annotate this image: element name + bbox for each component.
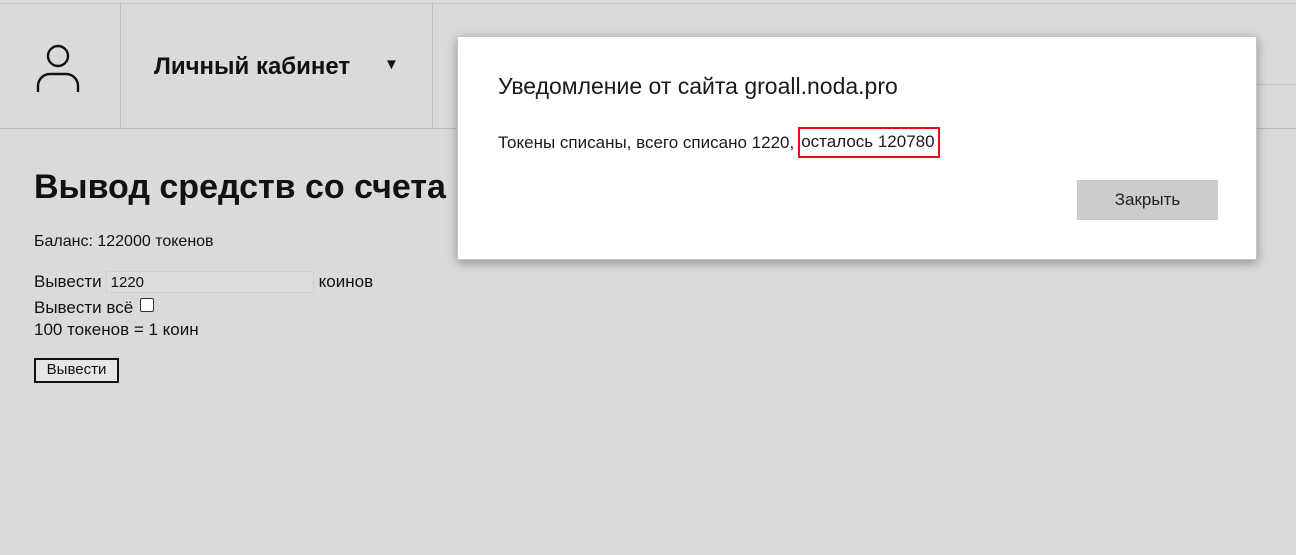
withdraw-row: Вывести коинов [34,270,373,294]
exchange-rate-text: 100 токенов = 1 коин [34,320,199,339]
caret-down-icon: ▼ [384,56,399,73]
withdraw-label: Вывести [34,272,102,291]
withdraw-all-row: Вывести всё [34,298,155,318]
page: Личный кабинет ▼ Вывод средств со счета … [0,0,1296,555]
balance-text: Баланс: 122000 токенов [34,233,214,250]
remaining-balance-highlight: осталось 120780 [798,127,940,158]
notification-dialog: Уведомление от сайта groall.noda.pro Ток… [457,36,1257,260]
account-menu[interactable]: Личный кабинет ▼ [121,4,433,129]
dialog-title: Уведомление от сайта groall.noda.pro [498,73,898,99]
withdraw-unit: коинов [318,272,374,291]
withdraw-all-label: Вывести всё [34,298,134,317]
dialog-message-text: Токены списаны, всего списано 1220, [498,132,795,152]
account-menu-label: Личный кабинет [154,53,351,80]
dialog-message: Токены списаны, всего списано 1220, оста… [498,127,940,158]
withdraw-amount-input[interactable] [105,271,314,293]
withdraw-button[interactable]: Вывести [34,358,119,383]
header-divider [1257,84,1296,85]
profile-button[interactable] [0,4,121,129]
user-icon [36,44,80,92]
withdraw-all-checkbox[interactable] [140,298,155,312]
close-button[interactable]: Закрыть [1077,180,1218,220]
page-title: Вывод средств со счета [34,168,446,206]
